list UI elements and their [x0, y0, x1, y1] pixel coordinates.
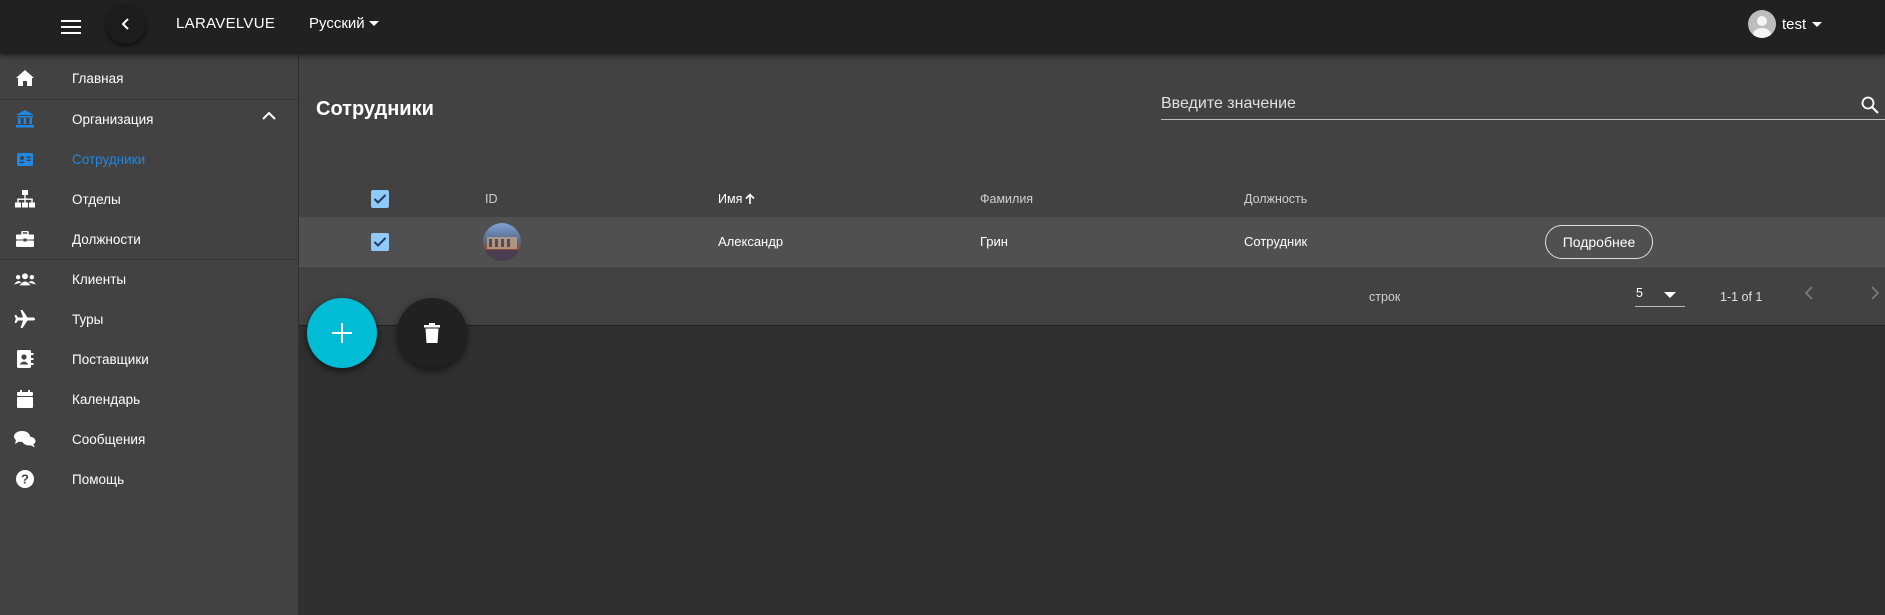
- sidebar-item-label: Главная: [72, 70, 124, 86]
- sidebar-item-departments[interactable]: Отделы: [0, 179, 298, 219]
- caret-down-icon: [368, 21, 379, 26]
- sidebar-item-suppliers[interactable]: Поставщики: [0, 339, 298, 379]
- sidebar-item-label: Сотрудники: [72, 151, 146, 167]
- sidebar-item-label: Организация: [72, 111, 154, 127]
- chevron-up-icon: [262, 111, 276, 120]
- home-icon: [14, 68, 36, 88]
- main-content: Сотрудники ID Имя Фамилия Должность: [299, 54, 1885, 615]
- chat-icon: [14, 429, 36, 449]
- sidebar-item-label: Поставщики: [72, 351, 149, 367]
- users-icon: [14, 269, 36, 289]
- sidebar-item-clients[interactable]: Клиенты: [0, 259, 298, 299]
- help-icon: ?: [14, 469, 36, 489]
- calendar-icon: [14, 389, 36, 409]
- row-checkbox[interactable]: [371, 233, 389, 251]
- page-title: Сотрудники: [316, 98, 434, 120]
- caret-down-icon: [1812, 21, 1823, 27]
- search-field[interactable]: [1161, 90, 1885, 120]
- sidebar-item-messages[interactable]: Сообщения: [0, 419, 298, 459]
- add-employee-button[interactable]: [307, 298, 377, 368]
- user-menu[interactable]: test: [1748, 10, 1823, 38]
- sidebar-item-tours[interactable]: Туры: [0, 299, 298, 339]
- employees-card: Сотрудники ID Имя Фамилия Должность: [299, 54, 1885, 326]
- sidebar-item-help[interactable]: ? Помощь: [0, 459, 298, 499]
- column-header-position[interactable]: Должность: [1244, 192, 1307, 206]
- chevron-left-icon: [121, 18, 129, 30]
- column-header-id[interactable]: ID: [485, 192, 498, 206]
- chevron-right-icon[interactable]: [1869, 285, 1881, 301]
- cell-position: Сотрудник: [1244, 234, 1308, 249]
- top-toolbar: LARAVELVUE Русский test: [0, 0, 1885, 54]
- rows-per-page-select[interactable]: 5: [1635, 285, 1685, 307]
- contact-card-icon: [14, 149, 36, 169]
- collapse-sidebar-button[interactable]: [106, 4, 146, 44]
- sidebar: Главная Организация Сотрудники Отделы До…: [0, 54, 299, 615]
- chevron-left-icon[interactable]: [1803, 285, 1815, 301]
- org-chart-icon: [14, 189, 36, 209]
- delete-button[interactable]: [397, 298, 467, 368]
- address-book-icon: [14, 349, 36, 369]
- column-header-name[interactable]: Имя: [718, 192, 755, 206]
- sidebar-item-label: Отделы: [72, 191, 121, 207]
- sidebar-item-label: Туры: [72, 311, 104, 327]
- user-avatar: [1748, 10, 1776, 38]
- table-row: Александр Грин Сотрудник Подробнее: [299, 217, 1885, 267]
- sidebar-item-label: Календарь: [72, 391, 141, 407]
- arrow-up-icon: [745, 193, 755, 204]
- sidebar-item-label: Помощь: [72, 471, 125, 487]
- caret-down-icon: [1664, 292, 1676, 298]
- sidebar-item-label: Должности: [72, 231, 141, 247]
- sidebar-item-label: Сообщения: [72, 431, 146, 447]
- plus-icon: [332, 323, 352, 343]
- column-header-surname[interactable]: Фамилия: [980, 192, 1033, 206]
- page-range: 1-1 of 1: [1720, 290, 1763, 304]
- cell-name: Александр: [718, 234, 784, 249]
- table-footer: строк 5 1-1 of 1: [299, 267, 1885, 325]
- sidebar-item-organization[interactable]: Организация: [0, 99, 298, 139]
- details-button[interactable]: Подробнее: [1545, 225, 1653, 259]
- cell-surname: Грин: [980, 234, 1008, 249]
- check-icon: [373, 194, 387, 204]
- search-input[interactable]: [1161, 90, 1841, 118]
- bank-icon: [14, 109, 36, 129]
- sidebar-item-home[interactable]: Главная: [0, 58, 298, 98]
- sidebar-item-positions[interactable]: Должности: [0, 219, 298, 259]
- sidebar-item-label: Клиенты: [72, 271, 127, 287]
- rows-per-page-label: строк: [1369, 290, 1401, 304]
- language-selector[interactable]: Русский: [309, 15, 379, 32]
- app-title: LARAVELVUE: [176, 15, 276, 32]
- search-icon[interactable]: [1861, 96, 1879, 114]
- sidebar-item-employees[interactable]: Сотрудники: [0, 139, 298, 179]
- employee-avatar: [483, 223, 521, 261]
- briefcase-icon: [14, 229, 36, 249]
- sidebar-item-calendar[interactable]: Календарь: [0, 379, 298, 419]
- select-all-checkbox[interactable]: [371, 190, 389, 208]
- rows-per-page-value: 5: [1636, 286, 1643, 300]
- airplane-icon: [14, 309, 36, 329]
- check-icon: [373, 237, 387, 247]
- svg-text:?: ?: [21, 472, 29, 487]
- column-header-label: Имя: [718, 192, 743, 206]
- language-label: Русский: [309, 15, 365, 32]
- trash-icon: [424, 323, 440, 343]
- user-name: test: [1782, 15, 1807, 33]
- menu-icon[interactable]: [56, 12, 86, 42]
